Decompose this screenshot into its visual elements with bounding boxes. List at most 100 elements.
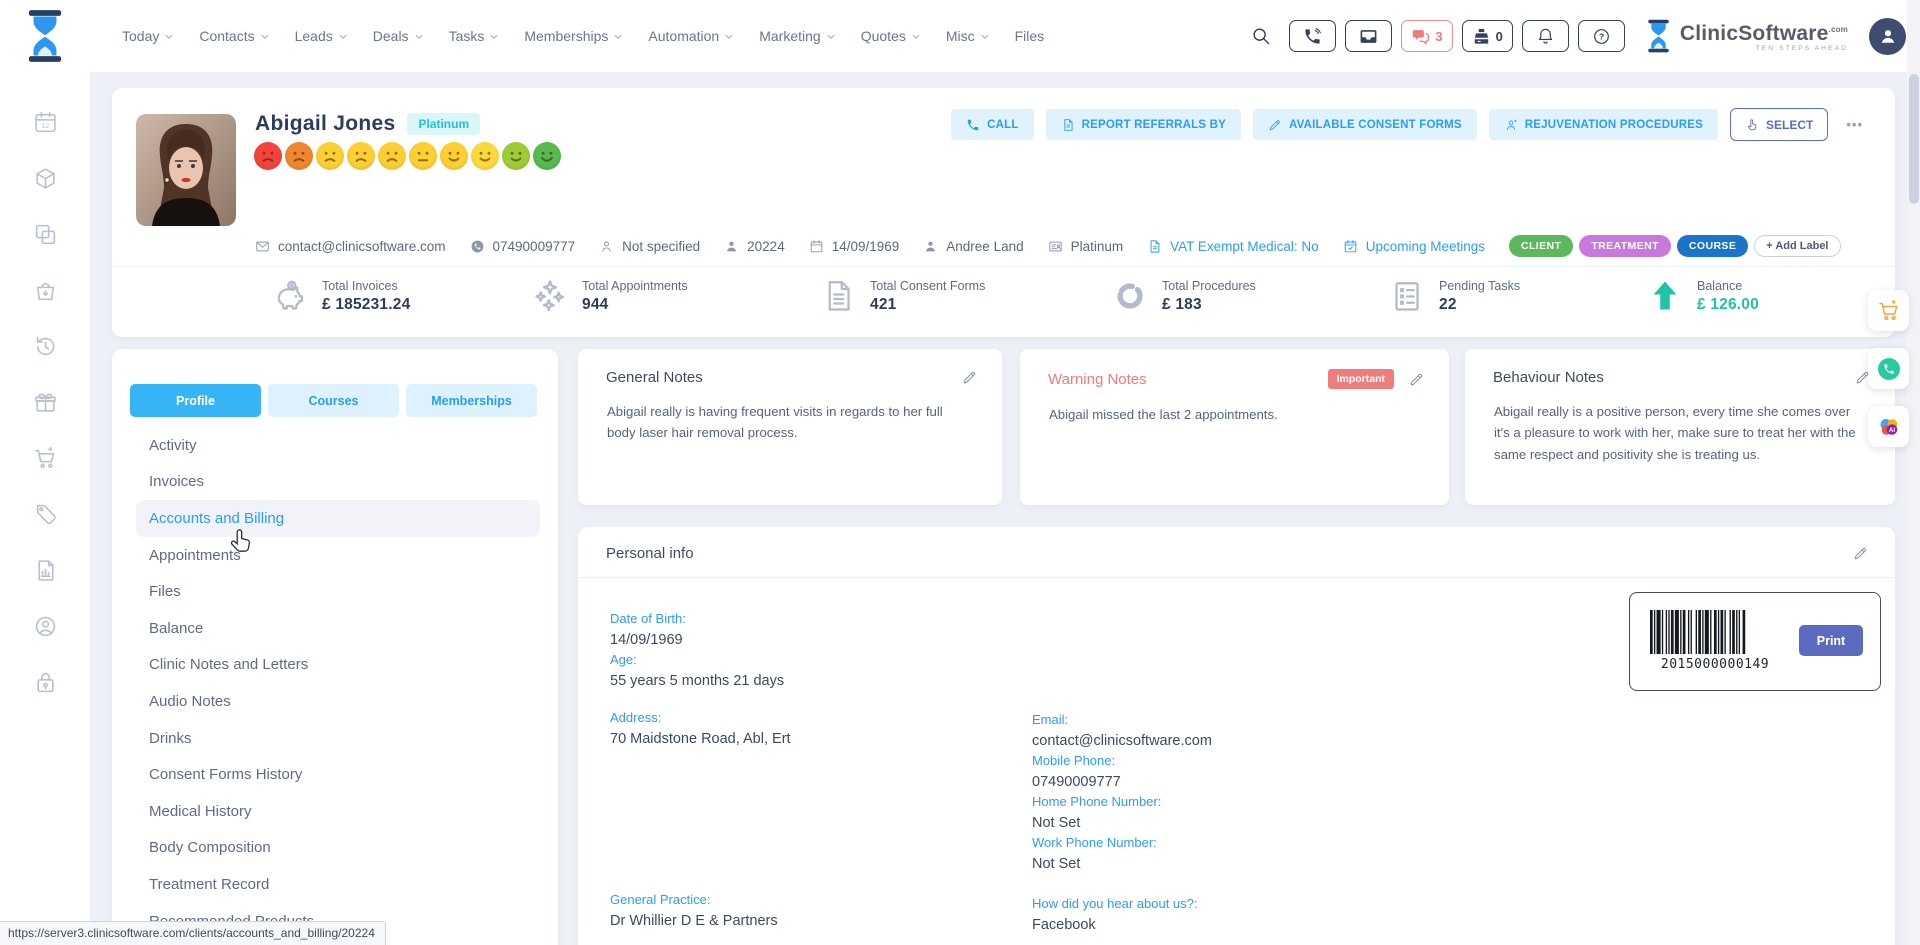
ai-fab-button[interactable]: AI <box>1868 406 1909 447</box>
mood-face-10[interactable] <box>533 142 561 170</box>
person-icon <box>923 239 938 254</box>
piggy-bank-icon <box>272 278 308 314</box>
nav-item-misc[interactable]: Misc <box>946 28 990 44</box>
mood-face-5[interactable] <box>378 142 406 170</box>
nav-label: Marketing <box>759 28 820 44</box>
note-card-warning-notes: Warning Notes Important Abigail missed t… <box>1020 349 1449 505</box>
price-tag-icon[interactable] <box>33 502 58 527</box>
cart-icon[interactable] <box>33 446 58 471</box>
main-nav: Today Contacts Leads Deals Tasks Memberships A… <box>122 28 1044 44</box>
hourglass-icon <box>1644 18 1673 54</box>
client-header-card: Abigail Jones Platinum CALLREPORT REFERR… <box>112 88 1895 337</box>
mood-face-8[interactable] <box>471 142 499 170</box>
edit-note-icon[interactable] <box>1408 371 1425 388</box>
report-referrals-by-button[interactable]: REPORT REFERRALS BY <box>1046 109 1241 140</box>
nav-item-contacts[interactable]: Contacts <box>199 28 269 44</box>
client-photo[interactable] <box>136 114 236 226</box>
brand-logo[interactable]: ClinicSoftware.com TEN STEPS AHEAD <box>1644 18 1848 54</box>
vat-doc-icon <box>1147 239 1162 254</box>
nav-item-marketing[interactable]: Marketing <box>759 28 835 44</box>
nav-item-automation[interactable]: Automation <box>648 28 734 44</box>
contact-20224: 20224 <box>724 239 785 254</box>
rejuvenation-procedures-button[interactable]: REJUVENATION PROCEDURES <box>1489 109 1718 140</box>
contact-vat-exempt-medical-no[interactable]: VAT Exempt Medical: No <box>1147 239 1319 254</box>
field-work-phone-number: Work Phone Number:Not Set <box>1032 833 1432 874</box>
menu-item-consent-forms-history[interactable]: Consent Forms History <box>136 756 540 793</box>
copy-icon[interactable] <box>33 222 58 247</box>
chevron-down-icon <box>826 32 836 42</box>
mood-face-2[interactable] <box>285 142 313 170</box>
mood-face-4[interactable] <box>347 142 375 170</box>
tab-memberships[interactable]: Memberships <box>406 384 537 417</box>
tab-courses[interactable]: Courses <box>268 384 399 417</box>
add-label-button[interactable]: + Add Label <box>1754 235 1840 257</box>
menu-item-invoices[interactable]: Invoices <box>136 464 540 501</box>
stat-total-appointments: Total Appointments944 <box>532 278 688 314</box>
bell-icon <box>1536 27 1555 46</box>
menu-item-files[interactable]: Files <box>136 573 540 610</box>
contact-upcoming-meetings[interactable]: Upcoming Meetings <box>1343 239 1485 254</box>
menu-item-audio-notes[interactable]: Audio Notes <box>136 683 540 720</box>
call-button[interactable]: CALL <box>951 109 1033 140</box>
note-card-behaviour-notes: Behaviour Notes Abigail really is a posi… <box>1465 349 1895 505</box>
menu-item-accounts-and-billing[interactable]: Accounts and Billing <box>136 500 540 537</box>
gift-icon[interactable] <box>33 390 58 415</box>
mood-face-1[interactable] <box>254 142 282 170</box>
chevron-down-icon <box>724 32 734 42</box>
user-avatar[interactable] <box>1869 18 1906 55</box>
edit-personal-info-icon[interactable] <box>1852 545 1869 562</box>
mood-face-6[interactable] <box>409 142 437 170</box>
report-chart-icon[interactable] <box>33 558 58 583</box>
menu-item-drinks[interactable]: Drinks <box>136 720 540 757</box>
print-barcode-button[interactable]: Print <box>1799 625 1863 656</box>
nav-item-today[interactable]: Today <box>122 28 174 44</box>
pos-button[interactable]: 0 <box>1462 20 1513 52</box>
menu-item-body-composition[interactable]: Body Composition <box>136 830 540 867</box>
notifications-button[interactable] <box>1522 20 1569 52</box>
menu-item-medical-history[interactable]: Medical History <box>136 793 540 830</box>
basket-icon[interactable] <box>33 278 58 303</box>
chat-button[interactable]: 3 <box>1401 20 1452 52</box>
report-doc-icon <box>1061 118 1075 132</box>
search-button[interactable] <box>1246 21 1276 51</box>
client-labels: CLIENTTREATMENTCOURSE+ Add Label <box>1509 235 1840 257</box>
calendar-12-icon[interactable]: 12 <box>33 110 58 135</box>
nav-item-deals[interactable]: Deals <box>373 28 424 44</box>
chevron-down-icon <box>260 32 270 42</box>
mood-face-7[interactable] <box>440 142 468 170</box>
app-logo-icon[interactable] <box>22 8 68 64</box>
menu-item-treatment-record[interactable]: Treatment Record <box>136 866 540 903</box>
divider <box>578 577 1895 578</box>
nav-item-memberships[interactable]: Memberships <box>524 28 623 44</box>
menu-item-appointments[interactable]: Appointments <box>136 537 540 574</box>
edit-note-icon[interactable] <box>961 369 978 386</box>
nav-item-leads[interactable]: Leads <box>295 28 348 44</box>
nav-item-tasks[interactable]: Tasks <box>449 28 500 44</box>
menu-item-clinic-notes-and-letters[interactable]: Clinic Notes and Letters <box>136 647 540 684</box>
account-icon[interactable] <box>33 614 58 639</box>
more-actions-button[interactable]: ••• <box>1840 116 1869 133</box>
tab-profile[interactable]: Profile <box>130 384 261 417</box>
top-bar: Today Contacts Leads Deals Tasks Memberships A… <box>90 0 1920 72</box>
contact-not-specified: Not specified <box>599 239 700 254</box>
menu-item-balance[interactable]: Balance <box>136 610 540 647</box>
scrollbar-thumb[interactable] <box>1909 74 1919 204</box>
nav-item-quotes[interactable]: Quotes <box>861 28 921 44</box>
call-fab-button[interactable] <box>1868 348 1909 389</box>
call-center-button[interactable] <box>1289 20 1336 52</box>
cart-fab-button[interactable] <box>1868 290 1909 331</box>
inbox-button[interactable] <box>1345 20 1392 52</box>
menu-item-activity[interactable]: Activity <box>136 427 540 464</box>
note-body: Abigail really is having frequent visits… <box>578 386 1002 444</box>
mood-face-3[interactable] <box>316 142 344 170</box>
package-icon[interactable] <box>33 166 58 191</box>
nav-item-files[interactable]: Files <box>1015 28 1045 44</box>
history-icon[interactable] <box>33 334 58 359</box>
mood-face-9[interactable] <box>502 142 530 170</box>
icon-rail: 12 <box>0 0 90 945</box>
help-button[interactable]: ? <box>1578 20 1625 52</box>
available-consent-forms-button[interactable]: AVAILABLE CONSENT FORMS <box>1253 109 1477 140</box>
select-button[interactable]: SELECT <box>1730 108 1828 141</box>
vault-icon[interactable] <box>33 670 58 695</box>
nav-label: Automation <box>648 28 719 44</box>
